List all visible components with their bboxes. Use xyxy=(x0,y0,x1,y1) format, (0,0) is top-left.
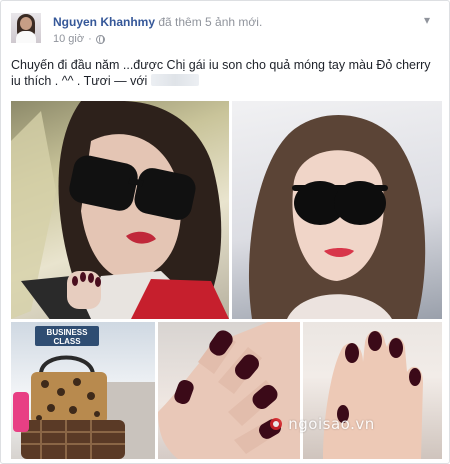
photo-5[interactable] xyxy=(303,322,442,459)
post-action: đã thêm 5 ảnh mới. xyxy=(155,15,263,29)
photo-3[interactable]: BUSINESS CLASS xyxy=(11,322,155,459)
globe-icon[interactable] xyxy=(95,34,105,44)
post-meta: 10 giờ · xyxy=(53,32,105,46)
post-caption: Chuyến đi đầu năm ...được Chị gái iu son… xyxy=(11,57,443,89)
photo-1-illustration xyxy=(11,101,229,319)
watermark-logo-icon xyxy=(270,418,282,430)
avatar-face xyxy=(20,17,32,30)
meta-separator: · xyxy=(88,33,92,45)
post-time[interactable]: 10 giờ xyxy=(53,32,84,46)
author-name[interactable]: Nguyen Khanhmy xyxy=(53,15,155,29)
photo-1[interactable] xyxy=(11,101,229,319)
photo-4[interactable] xyxy=(158,322,300,459)
post-header: Nguyen Khanhmy đã thêm 5 ảnh mới. xyxy=(53,14,262,30)
photo-4-illustration xyxy=(158,322,300,459)
avatar-dress xyxy=(16,31,36,43)
watermark: ngoisao.vn xyxy=(269,415,375,433)
facebook-post: Nguyen Khanhmy đã thêm 5 ảnh mới. 10 giờ… xyxy=(0,0,450,464)
photo-5-illustration xyxy=(323,330,423,459)
chevron-down-icon[interactable]: ▾ xyxy=(419,13,435,27)
caption-text: Chuyến đi đầu năm ...được Chị gái iu son… xyxy=(11,58,431,88)
tagged-friend-blurred[interactable] xyxy=(150,74,199,86)
avatar[interactable] xyxy=(11,13,41,43)
business-class-sign: BUSINESS CLASS xyxy=(46,328,88,346)
photo-2-illustration xyxy=(248,115,426,319)
watermark-text: ngoisao.vn xyxy=(288,415,375,433)
photo-2[interactable] xyxy=(232,101,442,319)
